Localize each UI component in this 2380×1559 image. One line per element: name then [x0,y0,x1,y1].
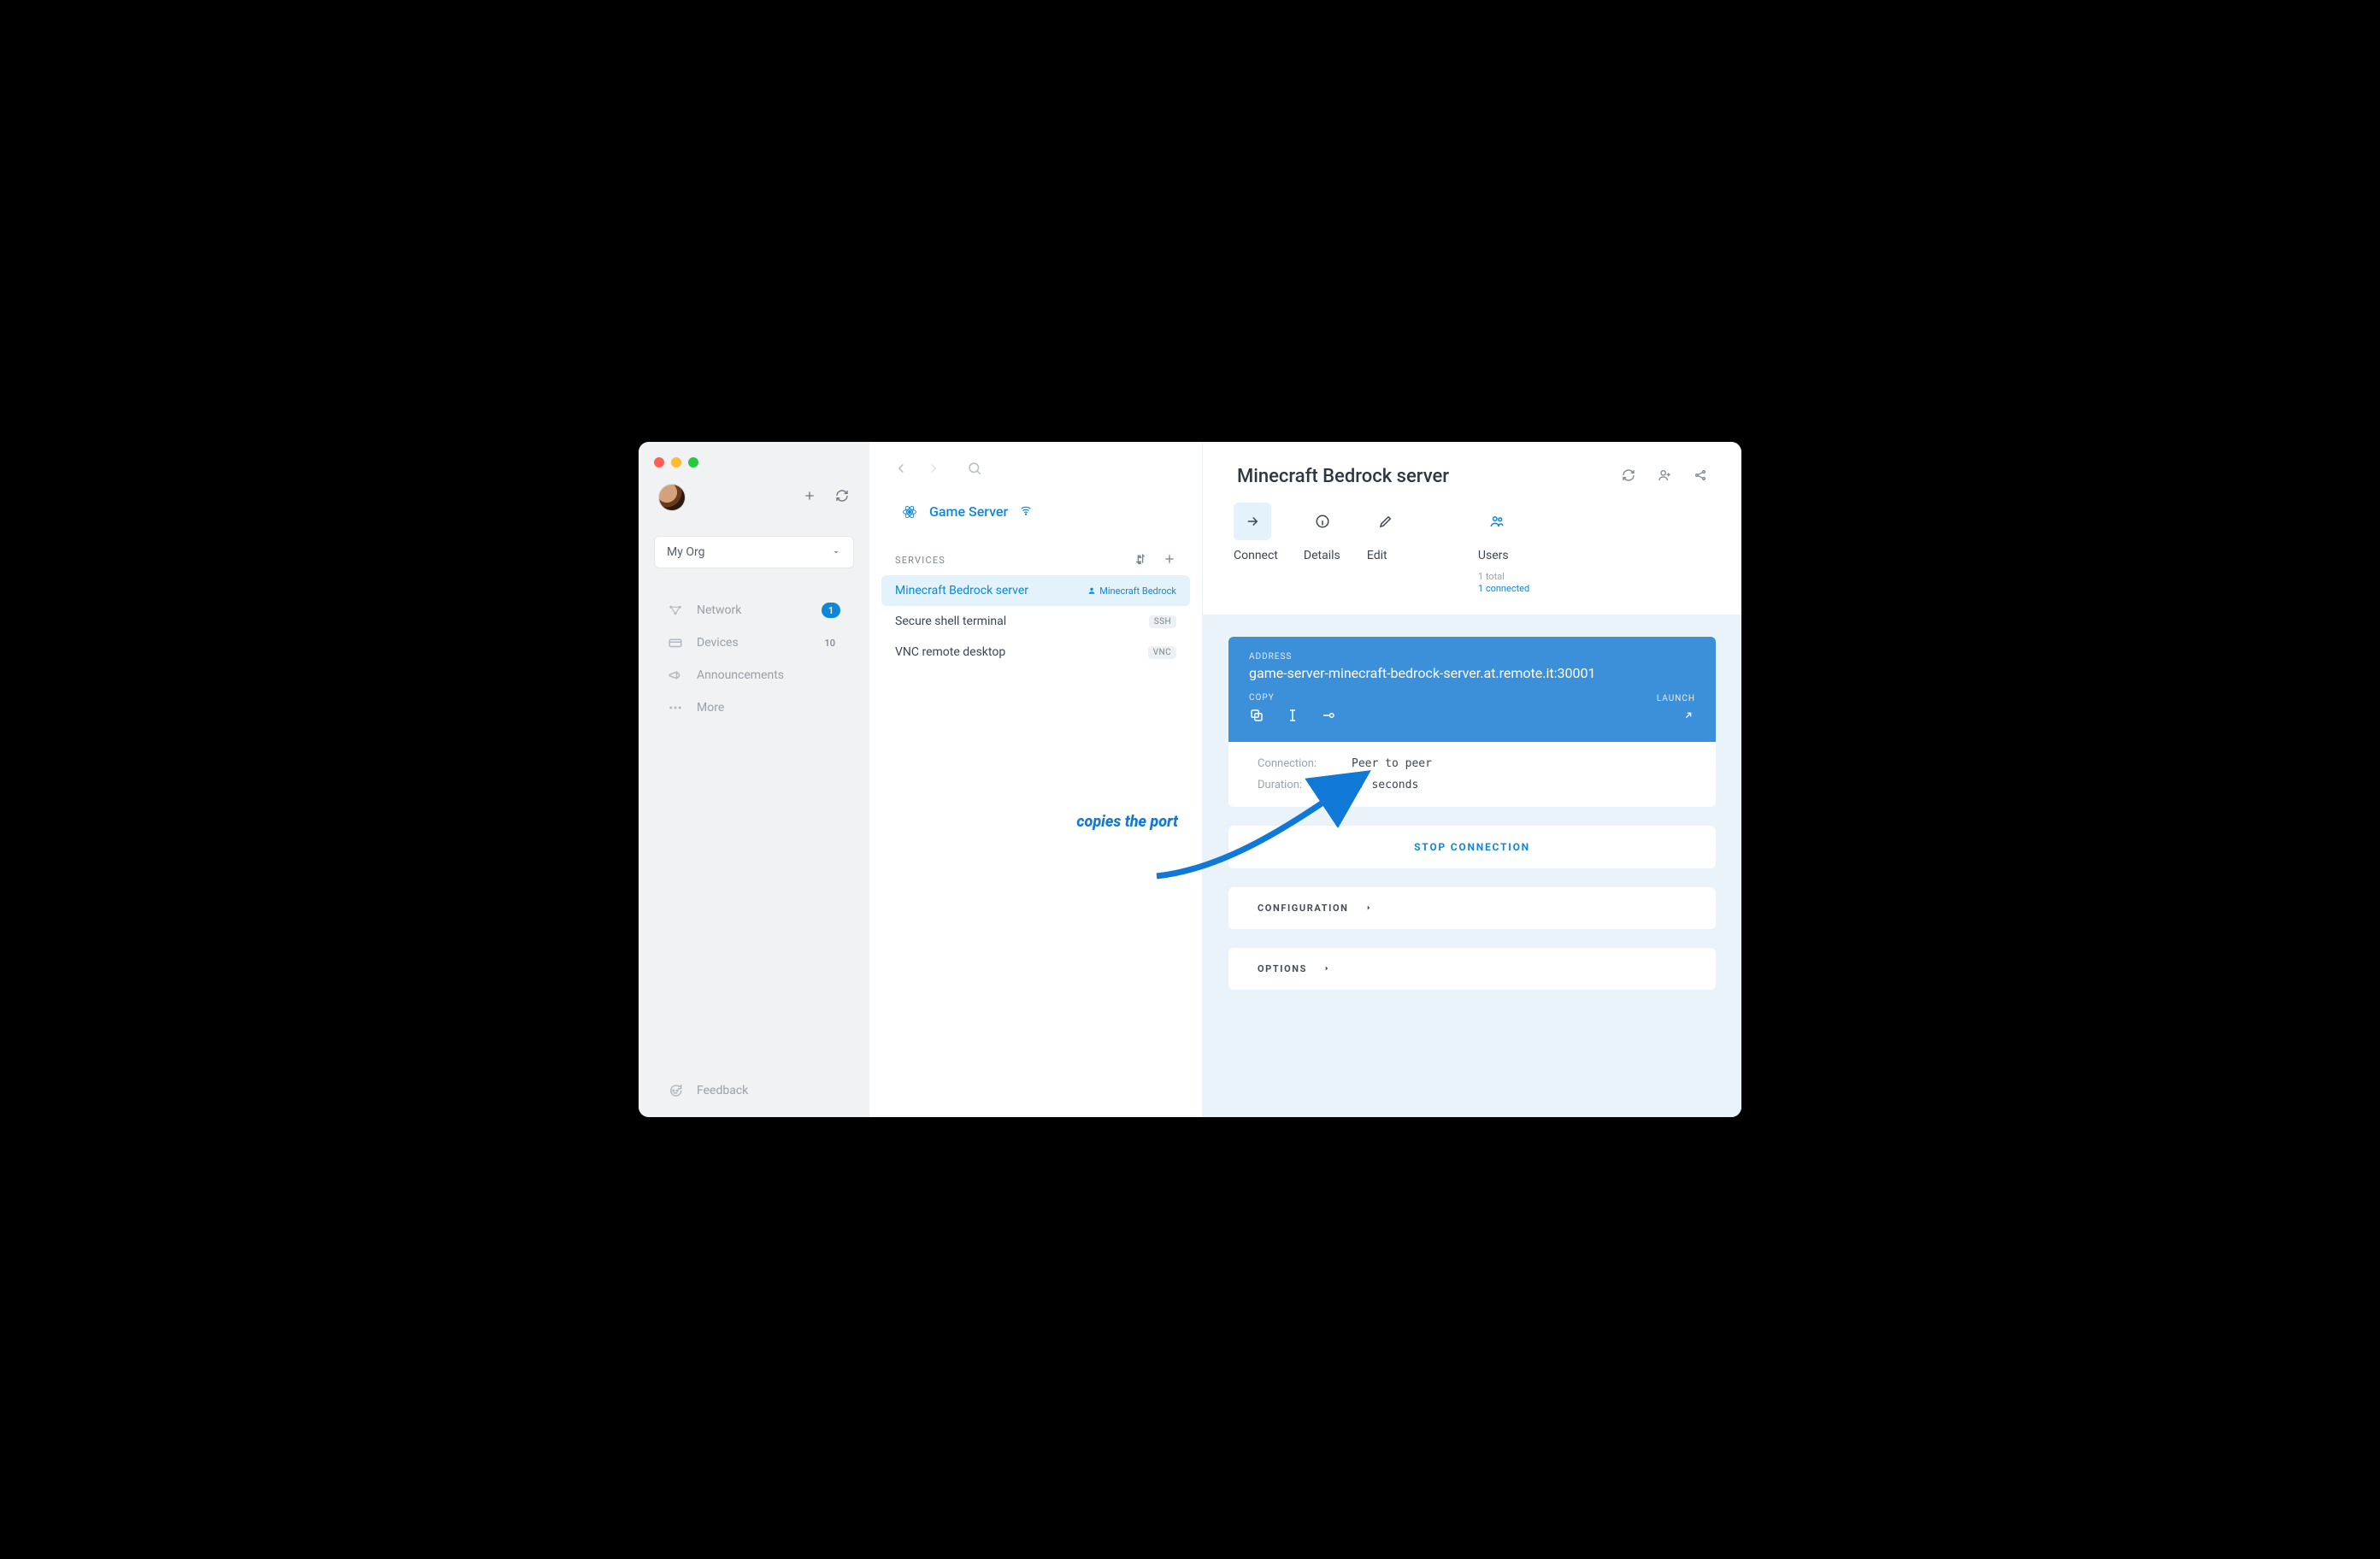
copy-address-icon[interactable] [1249,708,1264,727]
feedback-link[interactable]: Feedback [639,1074,869,1105]
page-title: Minecraft Bedrock server [1237,466,1449,487]
stop-label: STOP CONNECTION [1414,841,1530,853]
action-label: Connect [1234,549,1278,562]
info-key: Connection: [1258,757,1352,770]
action-label: Users [1478,549,1509,562]
maximize-window-icon[interactable] [688,457,698,468]
service-tag: VNC [1148,646,1176,659]
service-tag: Minecraft Bedrock [1087,585,1176,597]
action-users[interactable]: Users 1 total 1 connected [1478,503,1529,596]
service-tag: SSH [1149,615,1176,628]
megaphone-icon [668,668,683,683]
annotation: copies the port [869,813,1202,831]
add-user-icon[interactable] [1658,468,1671,485]
service-item[interactable]: Minecraft Bedrock server Minecraft Bedro… [881,575,1190,606]
search-icon[interactable] [958,461,982,479]
device-name: Game Server [929,503,1008,520]
connection-address[interactable]: game-server-minecraft-bedrock-server.at.… [1249,665,1695,681]
nav-item-label: Network [697,603,741,617]
nav-network[interactable]: Network 1 [639,594,869,627]
chevron-right-icon [1323,964,1331,973]
nav-more[interactable]: More [639,691,869,724]
copy-hostname-icon[interactable] [1285,708,1300,727]
devices-icon [668,635,683,650]
refresh-icon[interactable] [1622,468,1635,485]
nav-network-badge: 1 [822,603,840,618]
users-icon [1478,503,1516,540]
arrow-right-icon [1234,503,1271,540]
feedback-icon [668,1083,683,1098]
service-name: VNC remote desktop [895,645,1005,659]
service-item[interactable]: VNC remote desktop VNC [881,637,1190,668]
service-name: Minecraft Bedrock server [895,584,1028,597]
users-counts: 1 total 1 connected [1478,571,1529,596]
more-icon [668,700,683,715]
user-icon [1087,586,1096,595]
service-item[interactable]: Secure shell terminal SSH [881,606,1190,637]
address-label: ADDRESS [1249,652,1695,662]
nav-forward-icon [926,461,941,479]
add-service-icon[interactable] [1163,552,1176,568]
copy-label: COPY [1249,693,1336,703]
configuration-expander[interactable]: CONFIGURATION [1228,887,1716,929]
action-edit[interactable]: Edit [1367,503,1405,562]
expander-label: OPTIONS [1258,963,1307,974]
nav-item-label: More [697,701,724,715]
sort-icon[interactable]: AZ [1134,552,1147,568]
expander-label: CONFIGURATION [1258,903,1349,914]
connection-card: ADDRESS game-server-minecraft-bedrock-se… [1228,637,1716,807]
action-label: Edit [1367,549,1387,562]
connection-info: Connection: Peer to peer Duration: 47 se… [1228,742,1716,807]
action-details[interactable]: Details [1304,503,1341,562]
nav-list: Network 1 Devices 10 Announcements More [639,594,869,724]
info-icon [1304,503,1341,540]
chevron-down-icon [831,547,841,557]
nav-announcements[interactable]: Announcements [639,659,869,691]
nav-back-icon[interactable] [893,461,909,479]
info-value: Peer to peer [1352,757,1687,770]
share-icon[interactable] [1694,468,1707,485]
traffic-lights [654,457,698,468]
network-icon [668,603,683,618]
stop-connection-button[interactable]: STOP CONNECTION [1228,826,1716,868]
launch-label: LAUNCH [1657,694,1695,703]
org-select[interactable]: My Org [654,536,854,568]
device-header[interactable]: Game Server [869,488,1202,528]
minimize-window-icon[interactable] [671,457,681,468]
device-type-icon [902,504,917,520]
svg-text:Z: Z [1139,560,1141,564]
action-label: Details [1304,549,1340,562]
feedback-label: Feedback [697,1084,748,1097]
service-name: Secure shell terminal [895,615,1006,628]
nav-devices-count: 10 [819,635,840,650]
launch-icon[interactable] [1682,709,1695,726]
chevron-right-icon [1364,903,1373,912]
avatar[interactable] [659,485,685,510]
copy-port-icon[interactable] [1321,708,1336,727]
close-window-icon[interactable] [654,457,664,468]
org-select-label: My Org [667,545,704,559]
action-connect[interactable]: Connect [1234,503,1278,562]
services-column: Game Server SERVICES AZ Minecraft Bedroc… [869,442,1203,1117]
pencil-icon [1367,503,1405,540]
nav-item-label: Announcements [697,668,784,682]
services-section-label: SERVICES [895,555,946,566]
sidebar: My Org Network 1 Devices 10 Announcement… [639,442,869,1117]
info-value: 47 seconds [1352,779,1687,791]
svg-text:A: A [1139,555,1141,559]
options-expander[interactable]: OPTIONS [1228,948,1716,990]
nav-devices[interactable]: Devices 10 [639,627,869,659]
detail-column: Minecraft Bedrock server Connect Details [1203,442,1741,1117]
wifi-icon [1020,503,1032,520]
refresh-icon[interactable] [835,489,849,506]
add-icon[interactable] [803,489,816,506]
detail-actions: Connect Details Edit Users 1 total 1 con… [1203,496,1741,615]
info-key: Duration: [1258,779,1352,791]
service-list: Minecraft Bedrock server Minecraft Bedro… [869,575,1202,668]
nav-item-label: Devices [697,636,739,650]
